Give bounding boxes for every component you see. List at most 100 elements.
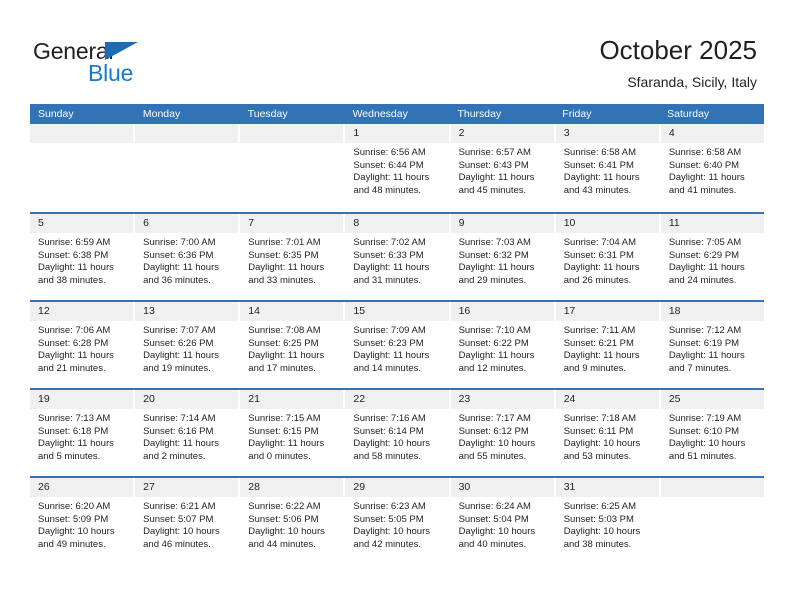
daylight-text-line2: and 38 minutes. xyxy=(563,538,632,550)
day-number: 4 xyxy=(660,124,764,143)
daylight-text-line1: Daylight: 11 hours xyxy=(668,172,745,184)
daylight-text-line2: and 17 minutes. xyxy=(248,362,316,374)
daylight-text-line1: Daylight: 11 hours xyxy=(353,172,430,184)
day-cell[interactable]: 12 Sunrise: 7:06 AM Sunset: 6:28 PM Dayl… xyxy=(30,302,136,388)
sunrise-text: Sunrise: 7:06 AM xyxy=(38,325,111,336)
daylight-text-line1: Daylight: 10 hours xyxy=(353,526,430,538)
day-cell[interactable]: 9 Sunrise: 7:03 AM Sunset: 6:32 PM Dayli… xyxy=(450,214,556,300)
daylight-text-line2: and 0 minutes. xyxy=(248,450,311,462)
sunrise-text: Sunrise: 6:22 AM xyxy=(248,501,321,512)
day-details: Sunrise: 7:02 AM Sunset: 6:33 PM Dayligh… xyxy=(345,233,448,287)
day-number xyxy=(135,124,239,143)
daylight-text-line1: Daylight: 10 hours xyxy=(563,526,641,538)
sunset-text: Sunset: 6:26 PM xyxy=(143,337,214,349)
day-cell[interactable]: 14 Sunrise: 7:08 AM Sunset: 6:25 PM Dayl… xyxy=(240,302,346,388)
daylight-text-line1: Daylight: 11 hours xyxy=(668,262,745,274)
day-details xyxy=(30,143,133,147)
sunrise-text: Sunrise: 6:20 AM xyxy=(38,501,111,512)
day-number xyxy=(30,124,134,143)
daylight-text-line1: Daylight: 11 hours xyxy=(458,172,535,184)
daylight-text-line2: and 19 minutes. xyxy=(143,362,211,374)
weekday-header-thursday: Thursday xyxy=(457,108,502,120)
day-number: 7 xyxy=(240,214,344,233)
day-details: Sunrise: 7:16 AM Sunset: 6:14 PM Dayligh… xyxy=(345,409,448,463)
day-cell[interactable]: 19 Sunrise: 7:13 AM Sunset: 6:18 PM Dayl… xyxy=(30,390,136,476)
day-details: Sunrise: 7:17 AM Sunset: 6:12 PM Dayligh… xyxy=(451,409,554,463)
day-cell[interactable]: 5 Sunrise: 6:59 AM Sunset: 6:38 PM Dayli… xyxy=(30,214,136,300)
sunrise-text: Sunrise: 7:18 AM xyxy=(563,413,637,424)
day-cell[interactable]: 29 Sunrise: 6:23 AM Sunset: 5:05 PM Dayl… xyxy=(345,478,451,564)
day-details xyxy=(135,143,238,147)
day-cell[interactable]: 27 Sunrise: 6:21 AM Sunset: 5:07 PM Dayl… xyxy=(135,478,241,564)
day-cell[interactable]: 4 Sunrise: 6:58 AM Sunset: 6:40 PM Dayli… xyxy=(660,124,764,212)
sunrise-text: Sunrise: 7:01 AM xyxy=(248,237,321,248)
logo-text-blue: Blue xyxy=(88,60,134,86)
daylight-text-line1: Daylight: 11 hours xyxy=(458,350,535,362)
day-cell[interactable]: 3 Sunrise: 6:58 AM Sunset: 6:41 PM Dayli… xyxy=(555,124,661,212)
sunset-text: Sunset: 6:11 PM xyxy=(563,425,634,437)
day-details: Sunrise: 6:23 AM Sunset: 5:05 PM Dayligh… xyxy=(345,497,448,551)
day-cell[interactable]: 6 Sunrise: 7:00 AM Sunset: 6:36 PM Dayli… xyxy=(135,214,241,300)
daylight-text-line1: Daylight: 11 hours xyxy=(248,438,325,450)
day-cell[interactable]: 26 Sunrise: 6:20 AM Sunset: 5:09 PM Dayl… xyxy=(30,478,136,564)
day-cell[interactable]: 16 Sunrise: 7:10 AM Sunset: 6:22 PM Dayl… xyxy=(450,302,556,388)
daylight-text-line2: and 21 minutes. xyxy=(38,362,106,374)
sunset-text: Sunset: 6:41 PM xyxy=(563,159,634,171)
general-blue-logo[interactable]: General Blue xyxy=(33,38,253,86)
day-number: 12 xyxy=(30,302,134,321)
daylight-text-line1: Daylight: 11 hours xyxy=(143,262,220,274)
day-number: 31 xyxy=(555,478,659,497)
day-number: 19 xyxy=(30,390,134,409)
day-cell[interactable]: 22 Sunrise: 7:16 AM Sunset: 6:14 PM Dayl… xyxy=(345,390,451,476)
daylight-text-line2: and 5 minutes. xyxy=(38,450,101,462)
sunrise-text: Sunrise: 7:12 AM xyxy=(668,325,742,336)
sunset-text: Sunset: 5:04 PM xyxy=(458,513,529,525)
sunrise-text: Sunrise: 7:03 AM xyxy=(458,237,531,248)
daylight-text-line2: and 42 minutes. xyxy=(353,538,422,550)
day-details: Sunrise: 7:00 AM Sunset: 6:36 PM Dayligh… xyxy=(135,233,238,287)
day-cell[interactable]: 8 Sunrise: 7:02 AM Sunset: 6:33 PM Dayli… xyxy=(345,214,451,300)
daylight-text-line2: and 33 minutes. xyxy=(248,274,316,286)
daylight-text-line2: and 46 minutes. xyxy=(143,538,211,550)
day-number: 17 xyxy=(555,302,659,321)
daylight-text-line2: and 49 minutes. xyxy=(38,538,106,550)
daylight-text-line1: Daylight: 10 hours xyxy=(563,438,641,450)
day-cell[interactable]: 17 Sunrise: 7:11 AM Sunset: 6:21 PM Dayl… xyxy=(555,302,661,388)
day-cell[interactable]: 23 Sunrise: 7:17 AM Sunset: 6:12 PM Dayl… xyxy=(450,390,556,476)
day-cell[interactable]: 30 Sunrise: 6:24 AM Sunset: 5:04 PM Dayl… xyxy=(450,478,556,564)
day-cell[interactable]: 25 Sunrise: 7:19 AM Sunset: 6:10 PM Dayl… xyxy=(660,390,764,476)
day-cell[interactable]: 10 Sunrise: 7:04 AM Sunset: 6:31 PM Dayl… xyxy=(555,214,661,300)
day-cell[interactable]: 7 Sunrise: 7:01 AM Sunset: 6:35 PM Dayli… xyxy=(240,214,346,300)
sunrise-text: Sunrise: 7:17 AM xyxy=(458,413,531,424)
daylight-text-line1: Daylight: 11 hours xyxy=(668,350,745,362)
day-cell[interactable]: 11 Sunrise: 7:05 AM Sunset: 6:29 PM Dayl… xyxy=(660,214,764,300)
day-cell[interactable]: 24 Sunrise: 7:18 AM Sunset: 6:11 PM Dayl… xyxy=(555,390,661,476)
sunrise-text: Sunrise: 6:57 AM xyxy=(458,147,531,158)
daylight-text-line1: Daylight: 10 hours xyxy=(248,526,325,538)
day-cell[interactable]: 2 Sunrise: 6:57 AM Sunset: 6:43 PM Dayli… xyxy=(450,124,556,212)
weekday-header-friday: Friday xyxy=(562,108,592,120)
day-cell[interactable]: 21 Sunrise: 7:15 AM Sunset: 6:15 PM Dayl… xyxy=(240,390,346,476)
daylight-text-line1: Daylight: 10 hours xyxy=(458,526,536,538)
sunset-text: Sunset: 5:05 PM xyxy=(353,513,424,525)
day-cell[interactable]: 20 Sunrise: 7:14 AM Sunset: 6:16 PM Dayl… xyxy=(135,390,241,476)
day-cell[interactable]: 15 Sunrise: 7:09 AM Sunset: 6:23 PM Dayl… xyxy=(345,302,451,388)
daylight-text-line1: Daylight: 11 hours xyxy=(353,350,430,362)
daylight-text-line2: and 9 minutes. xyxy=(563,362,627,374)
day-details: Sunrise: 7:09 AM Sunset: 6:23 PM Dayligh… xyxy=(345,321,448,375)
day-cell[interactable]: 18 Sunrise: 7:12 AM Sunset: 6:19 PM Dayl… xyxy=(660,302,764,388)
day-details: Sunrise: 7:08 AM Sunset: 6:25 PM Dayligh… xyxy=(240,321,343,375)
day-number: 15 xyxy=(345,302,449,321)
sunset-text: Sunset: 6:14 PM xyxy=(353,425,424,437)
daylight-text-line2: and 51 minutes. xyxy=(668,450,737,462)
daylight-text-line2: and 45 minutes. xyxy=(458,184,527,196)
day-cell[interactable]: 28 Sunrise: 6:22 AM Sunset: 5:06 PM Dayl… xyxy=(240,478,346,564)
day-cell[interactable]: 31 Sunrise: 6:25 AM Sunset: 5:03 PM Dayl… xyxy=(555,478,661,564)
day-number: 21 xyxy=(240,390,344,409)
day-cell[interactable]: 13 Sunrise: 7:07 AM Sunset: 6:26 PM Dayl… xyxy=(135,302,241,388)
daylight-text-line2: and 53 minutes. xyxy=(563,450,632,462)
day-number xyxy=(240,124,344,143)
day-cell[interactable]: 1 Sunrise: 6:56 AM Sunset: 6:44 PM Dayli… xyxy=(345,124,451,212)
day-number: 14 xyxy=(240,302,344,321)
day-number: 18 xyxy=(660,302,764,321)
